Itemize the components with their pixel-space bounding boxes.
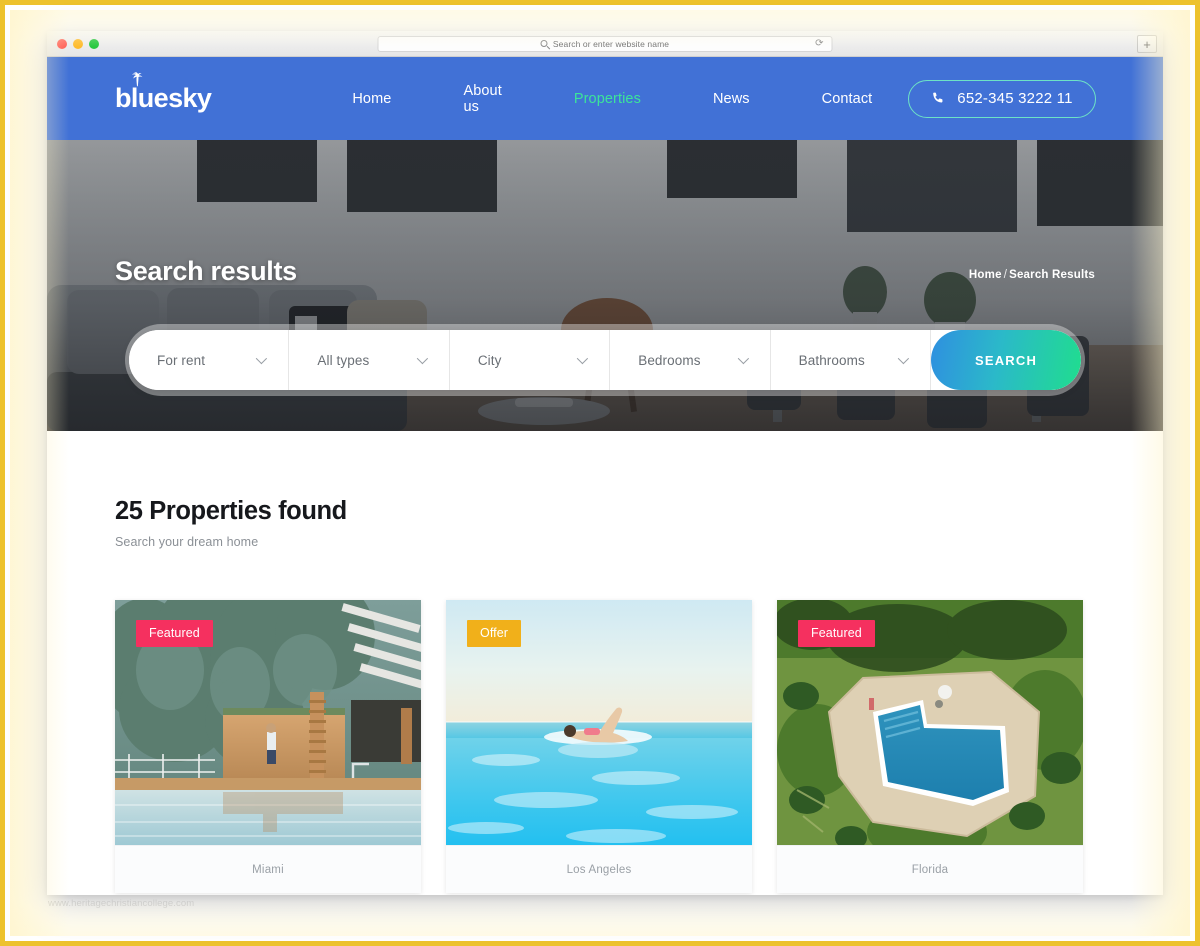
nav-item-properties[interactable]: Properties [538, 91, 677, 107]
breadcrumb-separator: / [1003, 269, 1008, 281]
results-subtitle: Search your dream home [115, 535, 259, 549]
property-card[interactable]: Featured [777, 600, 1083, 893]
property-card-footer: Miami [115, 845, 421, 893]
minimize-window-button[interactable] [73, 38, 83, 49]
property-card-footer: Los Angeles [446, 845, 752, 893]
watermark: www.heritagechristiancollege.com [48, 898, 195, 909]
results-section: 25 Properties found Search your dream ho… [47, 431, 1163, 893]
city-select[interactable]: City [449, 330, 611, 390]
chevron-down-icon [576, 352, 589, 365]
close-window-button[interactable] [57, 38, 67, 49]
nav-item-contact[interactable]: Contact [786, 91, 909, 107]
phone-button[interactable]: 652-345 3222 11 [908, 79, 1096, 118]
city-value: City [477, 352, 502, 368]
bedrooms-select[interactable]: Bedrooms [610, 330, 771, 390]
address-bar-placeholder: Search or enter website name [552, 38, 670, 49]
property-city: Miami [252, 863, 284, 876]
new-tab-button[interactable]: + [1137, 35, 1157, 53]
chevron-down-icon [416, 352, 428, 365]
browser-toolbar: Search or enter website name ⟳ + [47, 31, 1163, 57]
site-logo[interactable]: bluesky [115, 72, 212, 113]
property-card-list: Featured Miami Offer Los Angeles Feature… [115, 600, 1095, 893]
nav-item-home[interactable]: Home [316, 91, 427, 107]
results-header: 25 Properties found Search your dream ho… [115, 431, 1095, 549]
window-controls [57, 38, 99, 49]
site-header: bluesky Home About us Properties News Co… [47, 57, 1163, 140]
results-title: 25 Properties found [115, 497, 347, 525]
site-logo-text: bluesky [115, 83, 212, 113]
status-badge: Featured [798, 620, 875, 647]
bathrooms-select[interactable]: Bathrooms [770, 330, 932, 390]
phone-number: 652-345 3222 11 [957, 90, 1073, 107]
listing-type-value: For rent [157, 352, 206, 368]
page-frame: Search or enter website name ⟳ + bluesky… [0, 0, 1200, 946]
breadcrumb-home[interactable]: Home [969, 269, 1002, 281]
nav-item-about-us[interactable]: About us [427, 83, 537, 115]
status-badge: Offer [467, 620, 522, 647]
property-card[interactable]: Featured [115, 600, 421, 893]
chevron-down-icon [897, 352, 910, 365]
search-icon [540, 40, 548, 47]
property-image: Featured [777, 600, 1083, 845]
chevron-down-icon [256, 352, 268, 365]
property-card[interactable]: Offer Los Angeles [446, 600, 752, 893]
property-search-form: For rent All types City Bedrooms Bathroo… [129, 330, 1081, 390]
property-type-value: All types [317, 352, 370, 368]
breadcrumb-current: Search Results [1009, 269, 1095, 281]
nav-item-news[interactable]: News [677, 91, 786, 107]
hero-banner: Search results Home / Search Results For r… [47, 140, 1163, 431]
breadcrumb: Home / Search Results [969, 269, 1095, 281]
palm-tree-icon [132, 72, 143, 87]
address-bar[interactable]: Search or enter website name ⟳ [377, 35, 833, 52]
bathrooms-value: Bathrooms [798, 352, 865, 368]
chevron-down-icon [737, 352, 749, 365]
property-image: Featured [115, 600, 421, 845]
status-badge: Featured [136, 620, 213, 647]
main-navigation: Home About us Properties News Contact [316, 83, 908, 115]
page-viewport: bluesky Home About us Properties News Co… [47, 57, 1163, 895]
reload-icon[interactable]: ⟳ [815, 38, 823, 49]
property-image: Offer [446, 600, 752, 845]
browser-window: Search or enter website name ⟳ + bluesky… [47, 31, 1163, 895]
search-submit-button[interactable]: SEARCH [931, 330, 1081, 390]
property-city: Los Angeles [566, 863, 632, 876]
page-title: Search results [115, 256, 297, 286]
listing-type-select[interactable]: For rent [129, 330, 290, 390]
property-type-select[interactable]: All types [289, 330, 450, 390]
property-city: Florida [911, 863, 949, 876]
phone-icon [933, 92, 943, 103]
bedrooms-value: Bedrooms [638, 352, 701, 368]
new-tab-label: + [1143, 36, 1151, 52]
property-card-footer: Florida [777, 845, 1083, 893]
zoom-window-button[interactable] [89, 38, 99, 49]
